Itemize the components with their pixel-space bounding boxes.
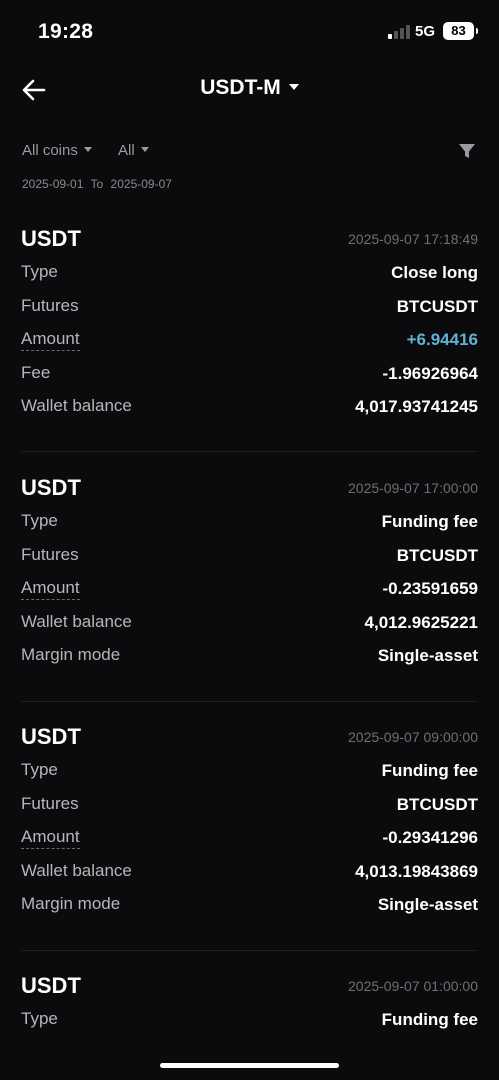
amount-info-label[interactable]: Amount [21,827,80,850]
record-timestamp: 2025-09-07 17:00:00 [348,480,478,496]
row-value: +6.94416 [406,330,478,350]
record-row-type: Type Funding fee [0,505,499,539]
row-label: Futures [21,793,79,813]
filter-bar: All coins All [0,138,499,164]
row-label: Margin mode [21,645,121,665]
status-bar: 19:28 5G 83 [0,0,499,64]
row-value: Funding fee [381,761,478,780]
caret-down-icon [140,147,149,152]
row-value: Single-asset [377,895,478,915]
record-coin: USDT [21,475,81,500]
divider [21,701,478,702]
record-row-type: Type Funding fee [0,754,499,788]
status-time: 19:28 [38,20,94,43]
record-row-type: Type Funding fee [0,1003,499,1037]
record-row-wallet-balance: Wallet balance 4,013.19843869 [0,855,499,889]
record-coin: USDT [21,724,81,749]
row-value: -0.29341296 [382,828,478,848]
date-to: 2025-09-07 [110,177,172,191]
page-title: USDT-M [200,76,281,99]
record-row-fee: Fee -1.96926964 [0,357,499,391]
date-to-label: To [90,177,104,191]
record-row-futures: Futures BTCUSDT [0,539,499,573]
row-label: Futures [21,295,79,315]
row-value: Single-asset [377,646,478,666]
caret-down-icon [288,84,299,90]
transaction-record[interactable]: USDT 2025-09-07 17:18:49 Type Close long … [0,222,499,424]
date-range[interactable]: 2025-09-01 To 2025-09-07 [22,177,176,191]
row-label: Type [21,262,58,281]
row-label: Fee [21,362,51,382]
record-row-amount: Amount -0.29341296 [0,821,499,855]
record-row-type: Type Close long [0,256,499,290]
record-timestamp: 2025-09-07 01:00:00 [348,978,478,994]
record-coin: USDT [21,226,81,251]
row-label: Wallet balance [21,396,132,416]
row-label: Type [21,760,58,779]
divider [21,451,478,452]
caret-down-icon [83,147,92,152]
amount-info-label[interactable]: Amount [21,329,80,352]
account-selector[interactable]: USDT-M [0,76,499,100]
row-value: BTCUSDT [396,794,478,814]
record-row-futures: Futures BTCUSDT [0,290,499,324]
transaction-record[interactable]: USDT 2025-09-07 17:00:00 Type Funding fee… [0,471,499,673]
row-value: 4,017.93741245 [355,397,478,417]
record-row-wallet-balance: Wallet balance 4,012.9625221 [0,606,499,640]
record-row-margin-mode: Margin mode Single-asset [0,639,499,673]
type-filter-dropdown[interactable]: All [118,142,149,159]
row-label: Type [21,1009,58,1028]
coin-filter-dropdown[interactable]: All coins [22,142,92,159]
network-type: 5G [415,23,436,40]
row-value: Close long [391,263,478,282]
transaction-record[interactable]: USDT 2025-09-07 09:00:00 Type Funding fee… [0,720,499,922]
transaction-record[interactable]: USDT 2025-09-07 01:00:00 Type Funding fee [0,969,499,1039]
row-label: Wallet balance [21,860,132,880]
type-filter-label: All [118,142,135,159]
record-timestamp: 2025-09-07 09:00:00 [348,729,478,745]
row-value: BTCUSDT [396,296,478,316]
row-value: Funding fee [381,512,478,531]
record-row-wallet-balance: Wallet balance 4,017.93741245 [0,390,499,424]
record-timestamp: 2025-09-07 17:18:49 [348,231,478,247]
row-label: Futures [21,544,79,564]
record-row-margin-mode: Margin mode Single-asset [0,888,499,922]
row-label: Type [21,511,58,530]
coin-filter-label: All coins [22,142,78,159]
row-value: BTCUSDT [396,545,478,565]
record-row-amount: Amount -0.23591659 [0,572,499,606]
nav-header: USDT-M [0,64,499,116]
home-indicator[interactable] [160,1063,339,1068]
amount-info-label[interactable]: Amount [21,578,80,601]
row-value: Funding fee [381,1010,478,1029]
row-label: Margin mode [21,894,121,914]
signal-icon [388,25,410,39]
record-row-amount: Amount +6.94416 [0,323,499,357]
row-value: 4,013.19843869 [355,861,478,881]
funnel-filter-icon[interactable] [458,142,476,160]
record-row-futures: Futures BTCUSDT [0,788,499,822]
divider [21,950,478,951]
row-value: -0.23591659 [382,579,478,599]
row-label: Wallet balance [21,611,132,631]
row-value: -1.96926964 [382,363,478,383]
row-value: 4,012.9625221 [364,612,478,632]
record-coin: USDT [21,973,81,998]
date-from: 2025-09-01 [22,177,84,191]
battery-icon: 83 [443,22,478,40]
